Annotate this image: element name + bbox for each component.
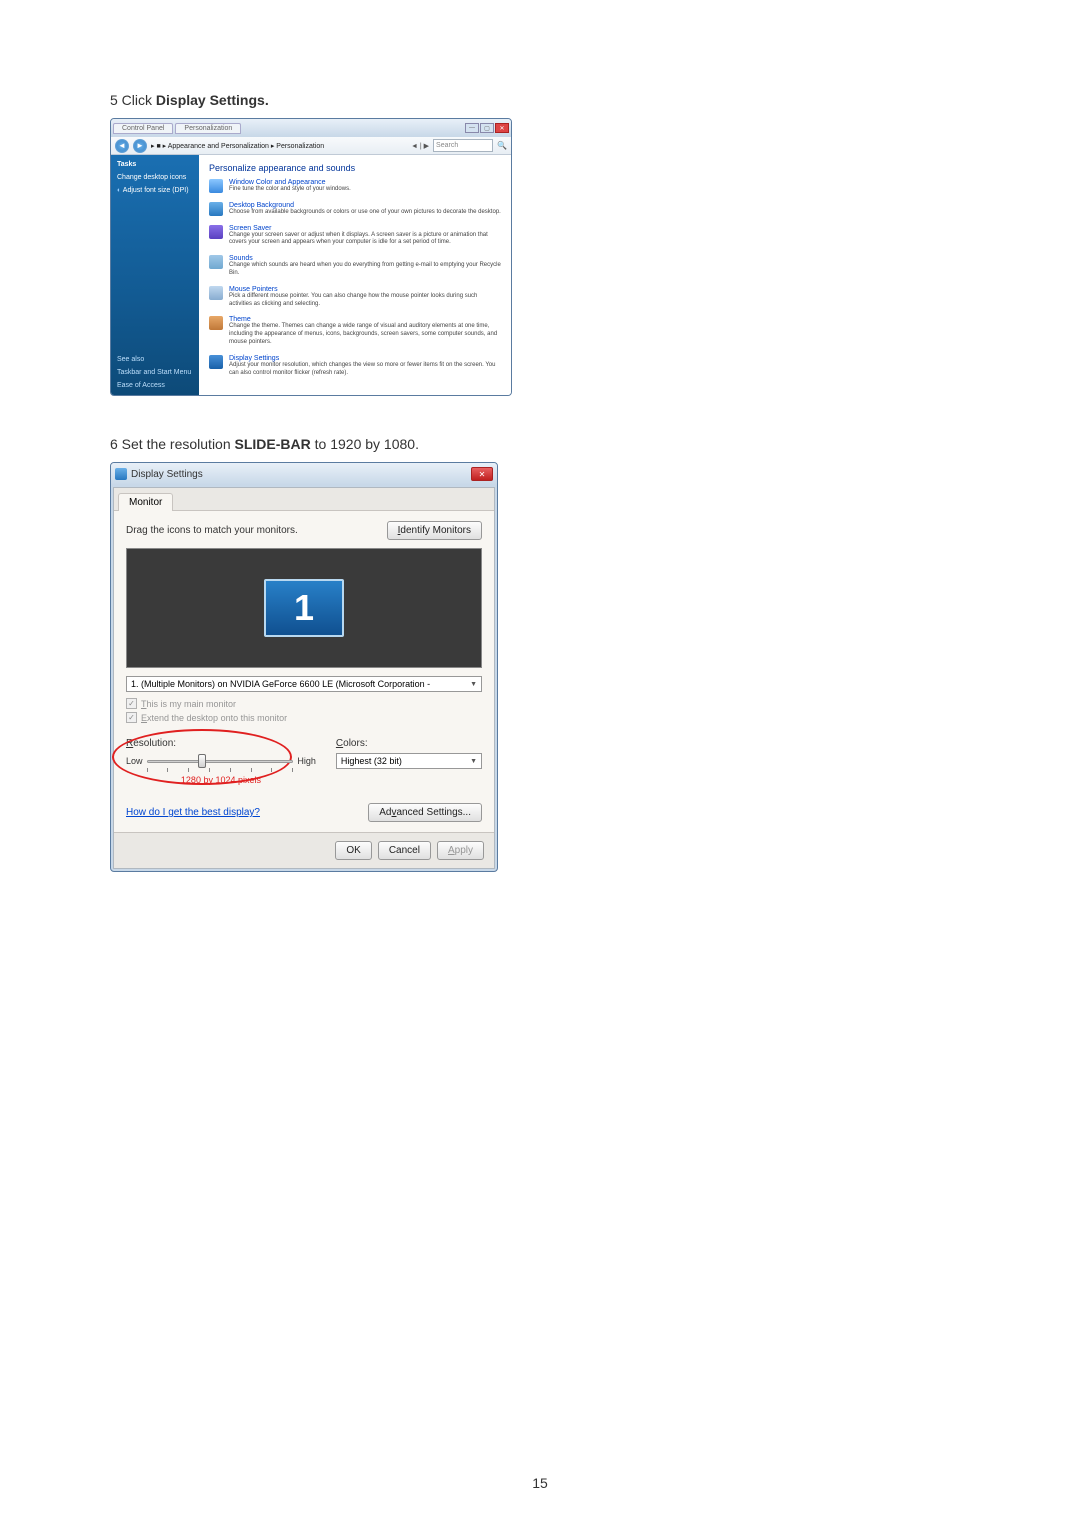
sidebar-ease[interactable]: Ease of Access [117, 382, 193, 389]
title-tab-1[interactable]: Control Panel [113, 123, 173, 134]
chevron-down-icon: ▼ [470, 681, 477, 688]
help-link[interactable]: How do I get the best display? [126, 807, 260, 818]
step-6-instruction: 6 Set the resolution SLIDE-BAR to 1920 b… [110, 436, 970, 452]
sidebar-item-desktop-icons[interactable]: Change desktop icons [117, 174, 193, 181]
item-window-color[interactable]: Window Color and Appearance Fine tune th… [209, 179, 501, 194]
mouse-icon [209, 286, 223, 300]
identify-u: I [398, 525, 401, 536]
apply-button[interactable]: Apply [437, 841, 484, 860]
ds-tabstrip: Monitor [114, 488, 494, 511]
desktop-bg-icon [209, 202, 223, 216]
item-title: Window Color and Appearance [229, 179, 501, 186]
main-monitor-checkbox: ✓ [126, 698, 137, 709]
ds-footer: OK Cancel Apply [114, 832, 494, 868]
theme-icon [209, 316, 223, 330]
slider-high: High [297, 756, 316, 766]
item-desc: Fine tune the color and style of your wi… [229, 186, 501, 194]
forward-button[interactable]: ► [133, 139, 147, 153]
window-titlebar: Control Panel Personalization — ▢ ✕ [111, 119, 511, 137]
item-title: Screen Saver [229, 225, 501, 232]
extend-desktop-check: ✓ Extend the desktop onto this monitor [126, 712, 482, 723]
item-desc: Adjust your monitor resolution, which ch… [229, 362, 501, 378]
colors-label: Colors: [336, 738, 368, 749]
sidebar-header: Tasks [117, 161, 193, 168]
address-bar: ◄ ► ▸ ■ ▸ Appearance and Personalization… [111, 137, 511, 155]
item-desc: Pick a different mouse pointer. You can … [229, 293, 501, 309]
ds-tab-monitor[interactable]: Monitor [118, 493, 173, 511]
slider-thumb[interactable] [198, 754, 206, 768]
item-desc: Change your screen saver or adjust when … [229, 232, 501, 248]
ds-titlebar: Display Settings ✕ [111, 463, 497, 485]
item-sounds[interactable]: Sounds Change which sounds are heard whe… [209, 255, 501, 278]
advanced-settings-button[interactable]: Advanced Settings... [368, 803, 482, 822]
ds-drag-text: Drag the icons to match your monitors. [126, 525, 298, 536]
item-title: Theme [229, 316, 501, 323]
ds-title-icon [115, 468, 127, 480]
main-monitor-check: ✓ This is my main monitor [126, 698, 482, 709]
item-desc: Change the theme. Themes can change a wi… [229, 323, 501, 346]
display-settings-window: Display Settings ✕ Monitor Drag the icon… [110, 462, 498, 872]
display-icon [209, 355, 223, 369]
step-6-bold: SLIDE-BAR [235, 436, 311, 452]
monitor-1-preview[interactable]: 1 [264, 579, 344, 637]
item-desc: Change which sounds are heard when you d… [229, 262, 501, 278]
minimize-button[interactable]: — [465, 123, 479, 133]
resolution-group: Resolution: Low High [126, 733, 316, 785]
slider-low: Low [126, 756, 143, 766]
sidebar-taskbar[interactable]: Taskbar and Start Menu [117, 369, 193, 376]
item-title: Display Settings [229, 355, 501, 362]
item-screen-saver[interactable]: Screen Saver Change your screen saver or… [209, 225, 501, 248]
item-title: Sounds [229, 255, 501, 262]
main-heading: Personalize appearance and sounds [209, 163, 501, 173]
extend-desktop-checkbox: ✓ [126, 712, 137, 723]
item-desc: Choose from available backgrounds or col… [229, 209, 501, 217]
item-title: Desktop Background [229, 202, 501, 209]
item-mouse[interactable]: Mouse Pointers Pick a different mouse po… [209, 286, 501, 309]
colors-value: Highest (32 bit) [341, 756, 402, 766]
ds-title-text: Display Settings [131, 469, 203, 480]
step-6-prefix: 6 Set the resolution [110, 436, 235, 452]
colors-select[interactable]: Highest (32 bit) ▼ [336, 753, 482, 769]
back-button[interactable]: ◄ [115, 139, 129, 153]
sidebar-item-font-size[interactable]: ◐ Adjust font size (DPI) [117, 187, 193, 194]
item-title: Mouse Pointers [229, 286, 501, 293]
sidebar: Tasks Change desktop icons ◐ Adjust font… [111, 155, 199, 395]
page-number: 15 [0, 1475, 1080, 1491]
search-nav-icons: ◄ | ▶ [411, 142, 429, 150]
resolution-slider[interactable] [147, 753, 294, 769]
title-tab-2[interactable]: Personalization [175, 123, 241, 134]
sounds-icon [209, 255, 223, 269]
main-panel: Personalize appearance and sounds Window… [199, 155, 511, 395]
step-5-prefix: 5 Click [110, 92, 156, 108]
sidebar-seealso: See also [117, 356, 193, 363]
item-display-settings[interactable]: Display Settings Adjust your monitor res… [209, 355, 501, 378]
step-5-instruction: 5 Click Display Settings. [110, 92, 970, 108]
chevron-down-icon: ▼ [470, 758, 477, 765]
ok-button[interactable]: OK [335, 841, 371, 860]
breadcrumb[interactable]: ▸ ■ ▸ Appearance and Personalization ▸ P… [151, 142, 407, 150]
window-color-icon [209, 179, 223, 193]
monitor-select[interactable]: 1. (Multiple Monitors) on NVIDIA GeForce… [126, 676, 482, 692]
item-theme[interactable]: Theme Change the theme. Themes can chang… [209, 316, 501, 346]
search-input[interactable]: Search [433, 139, 493, 152]
search-icon: 🔍 [497, 141, 507, 150]
close-button[interactable]: ✕ [495, 123, 509, 133]
item-desktop-bg[interactable]: Desktop Background Choose from available… [209, 202, 501, 217]
colors-group: Colors: Highest (32 bit) ▼ [336, 733, 482, 785]
monitor-select-text: 1. (Multiple Monitors) on NVIDIA GeForce… [131, 679, 430, 689]
personalization-window: Control Panel Personalization — ▢ ✕ ◄ ► … [110, 118, 512, 396]
cancel-button[interactable]: Cancel [378, 841, 431, 860]
step-6-suffix: to 1920 by 1080. [311, 436, 419, 452]
monitor-preview-area[interactable]: 1 [126, 548, 482, 668]
resolution-label: Resolution: [126, 738, 176, 749]
resolution-value: 1280 by 1024 pixels [126, 775, 316, 785]
step-5-bold: Display Settings. [156, 92, 269, 108]
ds-close-button[interactable]: ✕ [471, 467, 493, 481]
identify-monitors-button[interactable]: IIdentify Monitorsdentify Monitors [387, 521, 482, 540]
screensaver-icon [209, 225, 223, 239]
maximize-button[interactable]: ▢ [480, 123, 494, 133]
